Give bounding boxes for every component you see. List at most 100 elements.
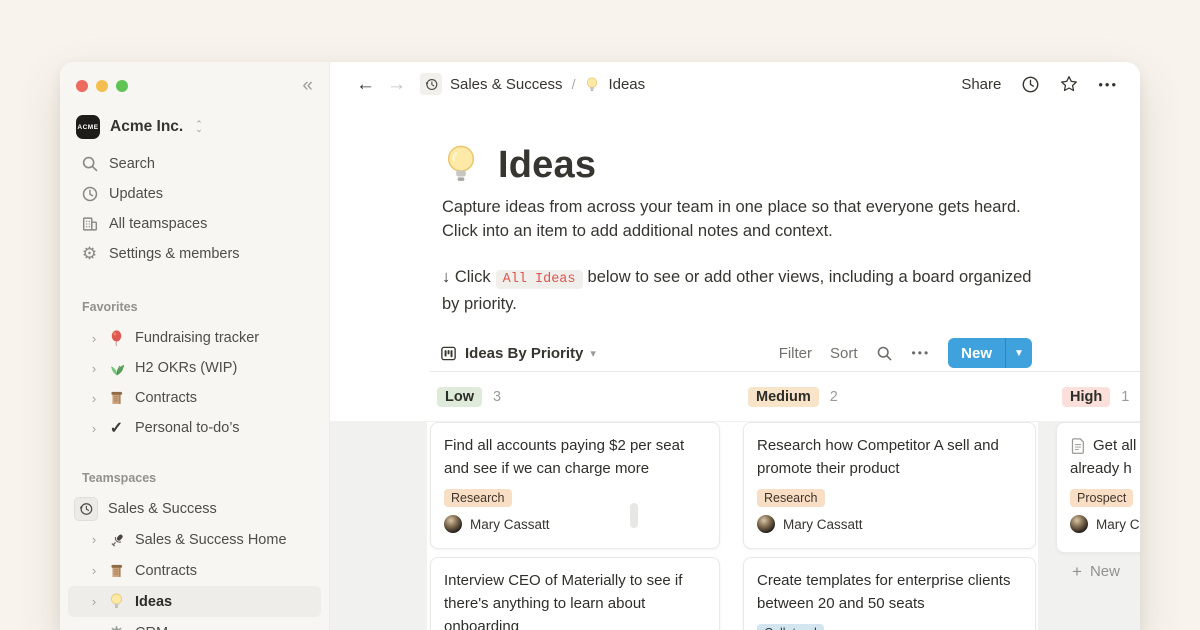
filter-button[interactable]: Filter <box>779 345 812 362</box>
assignee: Mary Cassatt <box>757 515 1022 533</box>
search-icon <box>80 155 99 174</box>
notion-app-window: « ACME Acme Inc. ⌃⌄ Search Up <box>60 62 1140 630</box>
zoom-window-button[interactable] <box>116 80 128 92</box>
assignee: Mary Cassatt <box>444 515 706 533</box>
board-view-icon <box>440 345 457 362</box>
share-button[interactable]: Share <box>961 76 1001 93</box>
inline-code-chip: All Ideas <box>496 270 583 289</box>
plus-icon: + <box>1072 563 1082 580</box>
sort-button[interactable]: Sort <box>830 345 858 362</box>
column-count: 1 <box>1121 389 1129 405</box>
new-button-label[interactable]: New <box>948 338 1005 368</box>
workspace-switcher[interactable]: ACME Acme Inc. ⌃⌄ <box>60 95 329 139</box>
document-icon <box>1070 437 1086 455</box>
new-button[interactable]: New ▼ <box>948 338 1032 368</box>
chevron-right-icon[interactable]: › <box>88 391 100 406</box>
sidebar-item-settings[interactable]: ⚙ Settings & members <box>60 239 329 269</box>
hint-line: ↓ ClickAll Ideasbelow to see or add othe… <box>442 265 1031 292</box>
clock-icon <box>80 185 99 204</box>
page-title: Ideas <box>498 144 596 187</box>
sidebar-item-all-teamspaces[interactable]: All teamspaces <box>60 209 329 239</box>
workspace-name: Acme Inc. <box>110 118 183 136</box>
chevron-right-icon[interactable]: › <box>88 625 100 630</box>
bulb-icon[interactable] <box>440 142 482 188</box>
add-new-card-button[interactable]: + New <box>1072 563 1120 580</box>
sidebar-item-updates[interactable]: Updates <box>60 179 329 209</box>
tag-research: Research <box>757 489 825 507</box>
chevron-down-icon[interactable]: ▾ <box>590 347 596 360</box>
board-left-margin <box>330 422 427 630</box>
column-header-high[interactable]: High 1 <box>1062 387 1129 407</box>
bulb-icon <box>584 76 601 93</box>
column-header-low[interactable]: Low 3 <box>437 387 501 407</box>
avatar <box>444 515 462 533</box>
chevron-right-icon[interactable]: › <box>88 532 100 547</box>
toolbar-divider <box>430 371 1140 372</box>
more-options-icon[interactable]: ••• <box>1098 77 1118 92</box>
microphone-icon <box>107 530 126 549</box>
priority-badge-medium: Medium <box>748 387 819 407</box>
sidebar-item-sales-success-home[interactable]: › Sales & Success Home <box>68 524 321 555</box>
sidebar-item-personal-todos[interactable]: › ✓ Personal to-do’s <box>68 413 321 443</box>
favorites-list: › Fundraising tracker › H2 OKRs (WIP) › <box>60 323 329 443</box>
view-name[interactable]: Ideas By Priority <box>465 345 583 362</box>
sidebar-item-contracts-fav[interactable]: › Contracts <box>68 383 321 413</box>
sidebar-item-crm[interactable]: › CRM <box>68 617 321 630</box>
bulb-icon <box>107 592 126 611</box>
window-controls <box>76 80 128 92</box>
minimize-window-button[interactable] <box>96 80 108 92</box>
sidebar-item-h2-okrs[interactable]: › H2 OKRs (WIP) <box>68 353 321 383</box>
collapse-sidebar-icon[interactable]: « <box>302 76 311 95</box>
column-count: 2 <box>830 389 838 405</box>
chevron-down-icon[interactable]: ▼ <box>1006 338 1032 368</box>
sidebar-item-search[interactable]: Search <box>60 149 329 179</box>
gear-gray-icon <box>107 623 126 630</box>
sidebar-item-contracts-team[interactable]: › Contracts <box>68 555 321 586</box>
chevron-right-icon[interactable]: › <box>88 331 100 346</box>
chevron-right-icon[interactable]: › <box>88 594 100 609</box>
chevron-right-icon[interactable]: › <box>88 421 100 436</box>
check-icon: ✓ <box>107 419 126 438</box>
description-line: Click into an item to add additional not… <box>442 219 1021 243</box>
sidebar-item-ideas[interactable]: › Ideas <box>68 586 321 617</box>
view-actions: Filter Sort ••• New ▼ <box>779 338 1032 368</box>
board-column-headers: Low 3 Medium 2 High 1 <box>330 387 1140 415</box>
topbar-actions: Share ••• <box>961 74 1118 94</box>
building-icon <box>80 215 99 234</box>
sidebar-item-fundraising-tracker[interactable]: › Fundraising tracker <box>68 323 321 353</box>
breadcrumb-teamspace[interactable]: Sales & Success <box>450 76 563 93</box>
chevron-right-icon[interactable]: › <box>88 361 100 376</box>
favorites-heading: Favorites <box>60 300 329 315</box>
page-description: Capture ideas from across your team in o… <box>442 195 1021 243</box>
back-arrow-icon[interactable]: ← <box>356 75 375 94</box>
board-body: Find all accounts paying $2 per seat and… <box>330 421 1140 630</box>
tag-prospect: Prospect <box>1070 489 1133 507</box>
avatar <box>1070 515 1088 533</box>
page-header: Ideas <box>440 142 596 188</box>
herb-icon <box>107 359 126 378</box>
breadcrumb-page[interactable]: Ideas <box>584 76 645 93</box>
board-card[interactable]: Research how Competitor A sell and promo… <box>743 422 1036 549</box>
column-header-medium[interactable]: Medium 2 <box>748 387 838 407</box>
board-card[interactable]: Find all accounts paying $2 per seat and… <box>430 422 720 549</box>
board-card[interactable]: Interview CEO of Materially to see if th… <box>430 557 720 630</box>
star-icon[interactable] <box>1059 74 1079 94</box>
chevron-right-icon[interactable]: › <box>88 563 100 578</box>
close-window-button[interactable] <box>76 80 88 92</box>
board-card[interactable]: Create templates for enterprise clients … <box>743 557 1036 630</box>
tag-collateral: Collateral <box>757 624 824 630</box>
scrollbar-thumb[interactable] <box>630 503 638 528</box>
tag-research: Research <box>444 489 512 507</box>
sidebar-item-sales-and-success[interactable]: Sales & Success <box>60 494 329 524</box>
board-card[interactable]: Get all already h Prospect Mary C <box>1056 422 1140 553</box>
search-icon[interactable] <box>876 344 894 362</box>
sidebar-menu: Search Updates All teamspaces ⚙ Sett <box>60 149 329 269</box>
history-icon[interactable] <box>420 73 442 95</box>
column-count: 3 <box>493 389 501 405</box>
forward-arrow-icon[interactable]: → <box>387 75 406 94</box>
view-toolbar: Ideas By Priority ▾ Filter Sort ••• New … <box>440 337 1032 369</box>
assignee: Mary C <box>1070 515 1140 533</box>
gear-icon: ⚙ <box>80 245 99 264</box>
more-options-icon[interactable]: ••• <box>912 346 931 360</box>
clock-icon[interactable] <box>1020 74 1040 94</box>
